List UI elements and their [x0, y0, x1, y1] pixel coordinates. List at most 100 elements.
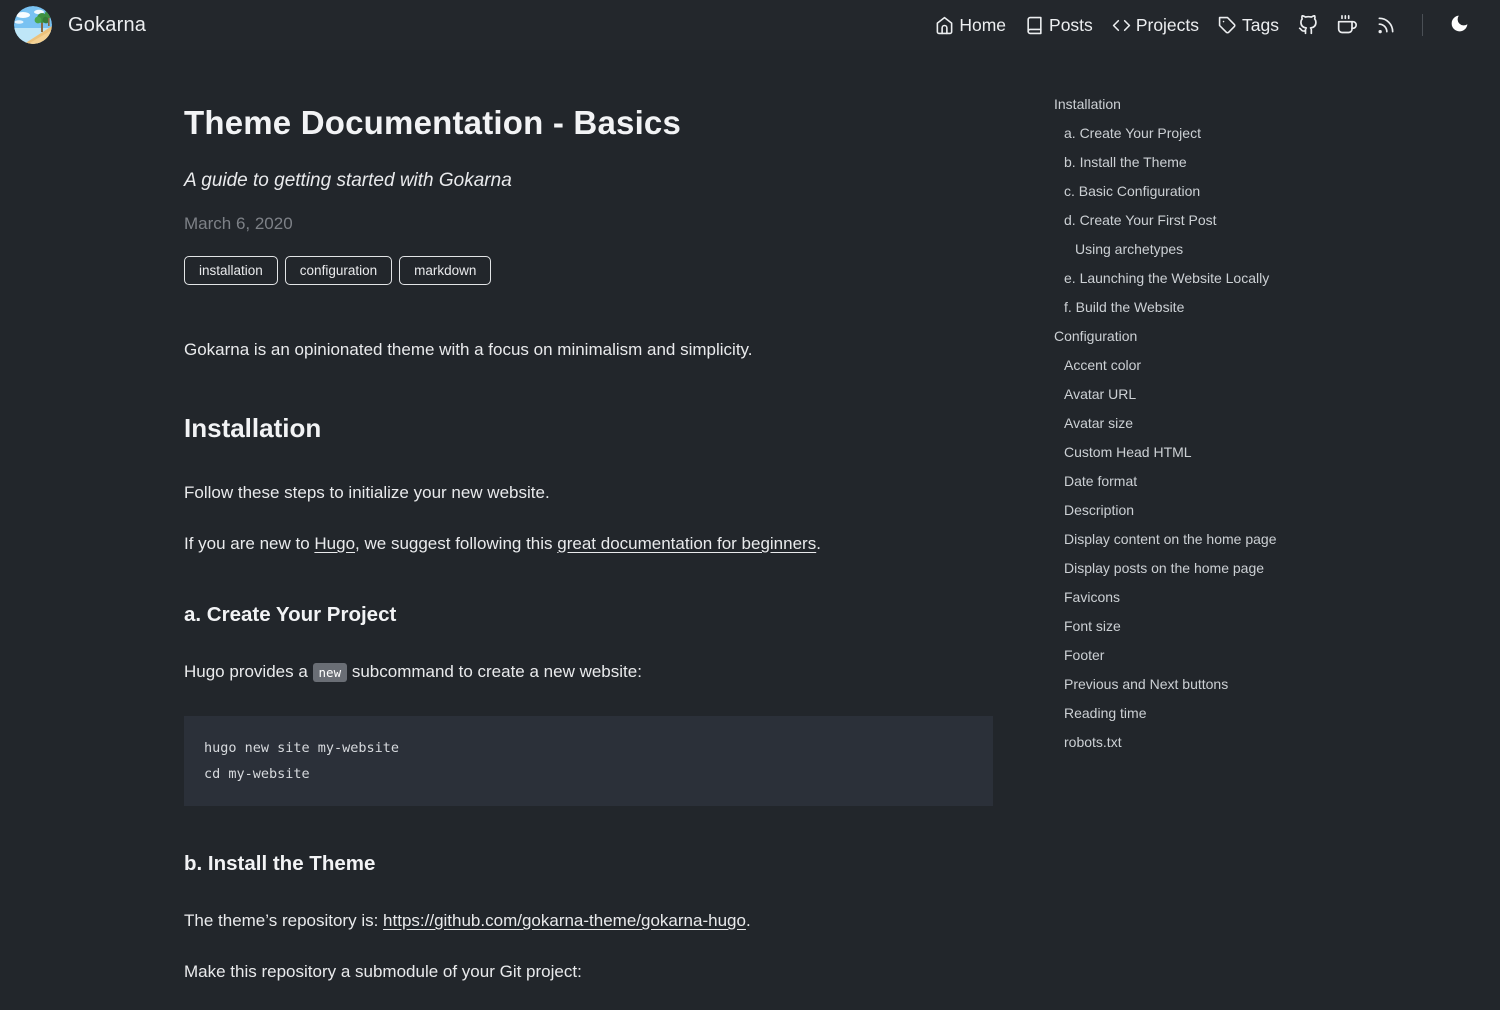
nav-home-label: Home	[959, 15, 1006, 36]
post-article: Theme Documentation - Basics A guide to …	[184, 50, 993, 1010]
brand[interactable]: Gokarna	[14, 6, 146, 44]
theme-toggle-button[interactable]	[1449, 13, 1470, 37]
toc-item: Display content on the home page	[1054, 525, 1474, 554]
toc-link[interactable]: Font size	[1064, 618, 1121, 634]
hugo-provides-paragraph: Hugo provides a new subcommand to create…	[184, 659, 993, 686]
table-of-contents: Installation a. Create Your Project b. Ins…	[1054, 90, 1474, 757]
toc-link[interactable]: Display content on the home page	[1064, 531, 1276, 547]
toc-item: Custom Head HTML	[1054, 438, 1474, 467]
code-line: hugo new site my-website	[204, 740, 399, 756]
toc-link[interactable]: Accent color	[1064, 357, 1141, 373]
toc-link[interactable]: e. Launching the Website Locally	[1064, 270, 1269, 286]
toc-item: Accent color	[1054, 351, 1474, 380]
intro-paragraph: Gokarna is an opinionated theme with a f…	[184, 337, 993, 363]
tag-configuration[interactable]: configuration	[285, 256, 392, 285]
rss-icon[interactable]	[1376, 15, 1396, 35]
toc-link[interactable]: Avatar size	[1064, 415, 1133, 431]
toc-link[interactable]: b. Install the Theme	[1064, 154, 1187, 170]
inline-code-new: new	[313, 663, 348, 682]
home-icon	[935, 16, 954, 35]
heading-install-theme: b. Install the Theme	[184, 852, 993, 876]
toc-link[interactable]: f. Build the Website	[1064, 299, 1184, 315]
toc-item: d. Create Your First Post	[1054, 206, 1474, 235]
text-segment: .	[816, 534, 821, 553]
heading-create-project: a. Create Your Project	[184, 603, 993, 627]
repo-paragraph: The theme’s repository is: https://githu…	[184, 908, 993, 934]
toc-item: Footer	[1054, 641, 1474, 670]
toc-item: b. Install the Theme	[1054, 148, 1474, 177]
nav-home[interactable]: Home	[935, 15, 1006, 36]
code-line: cd my-website	[204, 766, 310, 782]
nav-divider	[1422, 14, 1423, 36]
toc-link[interactable]: Avatar URL	[1064, 386, 1136, 402]
heading-installation: Installation	[184, 413, 993, 444]
text-segment: Hugo provides a	[184, 662, 313, 681]
toc-link[interactable]: Previous and Next buttons	[1064, 676, 1228, 692]
site-title[interactable]: Gokarna	[68, 14, 146, 37]
beginner-docs-link[interactable]: great documentation for beginners	[557, 534, 816, 553]
tag-markdown[interactable]: markdown	[399, 256, 491, 285]
follow-paragraph: Follow these steps to initialize your ne…	[184, 480, 993, 506]
repo-link[interactable]: https://github.com/gokarna-theme/gokarna…	[383, 911, 746, 930]
nav-tags[interactable]: Tags	[1218, 15, 1279, 36]
github-icon[interactable]	[1298, 15, 1318, 35]
page-title: Theme Documentation - Basics	[184, 104, 993, 142]
toc-list: Installation a. Create Your Project b. Ins…	[1054, 90, 1474, 757]
text-segment: If you are new to	[184, 534, 314, 553]
text-segment: , we suggest following this	[355, 534, 557, 553]
toc-item: a. Create Your Project	[1054, 119, 1474, 148]
toc-link[interactable]: Installation	[1054, 96, 1121, 112]
text-segment: .	[746, 911, 751, 930]
toc-item: f. Build the Website	[1054, 293, 1474, 322]
toc-link[interactable]: Footer	[1064, 647, 1104, 663]
toc-item: Description	[1054, 496, 1474, 525]
hugo-link[interactable]: Hugo	[314, 534, 355, 553]
main-nav: Home Posts Projects Tags	[935, 13, 1470, 37]
code-block: hugo new site my-website cd my-website	[184, 716, 993, 806]
toc-item: Avatar size	[1054, 409, 1474, 438]
toc-item: Configuration	[1054, 322, 1474, 351]
moon-icon	[1449, 13, 1470, 37]
toc-link[interactable]: Using archetypes	[1075, 241, 1183, 257]
toc-link[interactable]: a. Create Your Project	[1064, 125, 1201, 141]
toc-item: Installation	[1054, 90, 1474, 119]
nav-projects-label: Projects	[1136, 15, 1199, 36]
site-avatar-icon	[14, 6, 52, 44]
tag-icon	[1218, 16, 1237, 35]
tags-row: installation configuration markdown	[184, 256, 993, 285]
toc-link[interactable]: Date format	[1064, 473, 1137, 489]
toc-link[interactable]: Favicons	[1064, 589, 1120, 605]
book-icon	[1025, 16, 1044, 35]
nav-tags-label: Tags	[1242, 15, 1279, 36]
toc-item: Favicons	[1054, 583, 1474, 612]
post-subtitle: A guide to getting started with Gokarna	[184, 170, 993, 192]
text-segment: The theme’s repository is:	[184, 911, 383, 930]
toc-item: Reading time	[1054, 699, 1474, 728]
toc-item: robots.txt	[1054, 728, 1474, 757]
submodule-paragraph: Make this repository a submodule of your…	[184, 959, 993, 985]
toc-link[interactable]: robots.txt	[1064, 734, 1122, 750]
toc-item: Using archetypes	[1054, 235, 1474, 264]
toc-link[interactable]: d. Create Your First Post	[1064, 212, 1217, 228]
toc-link[interactable]: Display posts on the home page	[1064, 560, 1264, 576]
toc-link[interactable]: Description	[1064, 502, 1134, 518]
nav-posts[interactable]: Posts	[1025, 15, 1093, 36]
tag-installation[interactable]: installation	[184, 256, 278, 285]
toc-item: Previous and Next buttons	[1054, 670, 1474, 699]
navbar: Gokarna Home Posts Projects Tags	[0, 0, 1500, 50]
toc-link[interactable]: c. Basic Configuration	[1064, 183, 1200, 199]
nav-projects[interactable]: Projects	[1112, 15, 1199, 36]
toc-item: Avatar URL	[1054, 380, 1474, 409]
text-segment: subcommand to create a new website:	[347, 662, 642, 681]
toc-link[interactable]: Reading time	[1064, 705, 1147, 721]
new-to-hugo-paragraph: If you are new to Hugo, we suggest follo…	[184, 531, 993, 557]
toc-item: Font size	[1054, 612, 1474, 641]
toc-item: Date format	[1054, 467, 1474, 496]
toc-item: e. Launching the Website Locally	[1054, 264, 1474, 293]
nav-posts-label: Posts	[1049, 15, 1093, 36]
coffee-icon[interactable]	[1337, 15, 1357, 35]
toc-link[interactable]: Configuration	[1054, 328, 1137, 344]
toc-link[interactable]: Custom Head HTML	[1064, 444, 1192, 460]
toc-item: c. Basic Configuration	[1054, 177, 1474, 206]
post-date: March 6, 2020	[184, 214, 993, 234]
